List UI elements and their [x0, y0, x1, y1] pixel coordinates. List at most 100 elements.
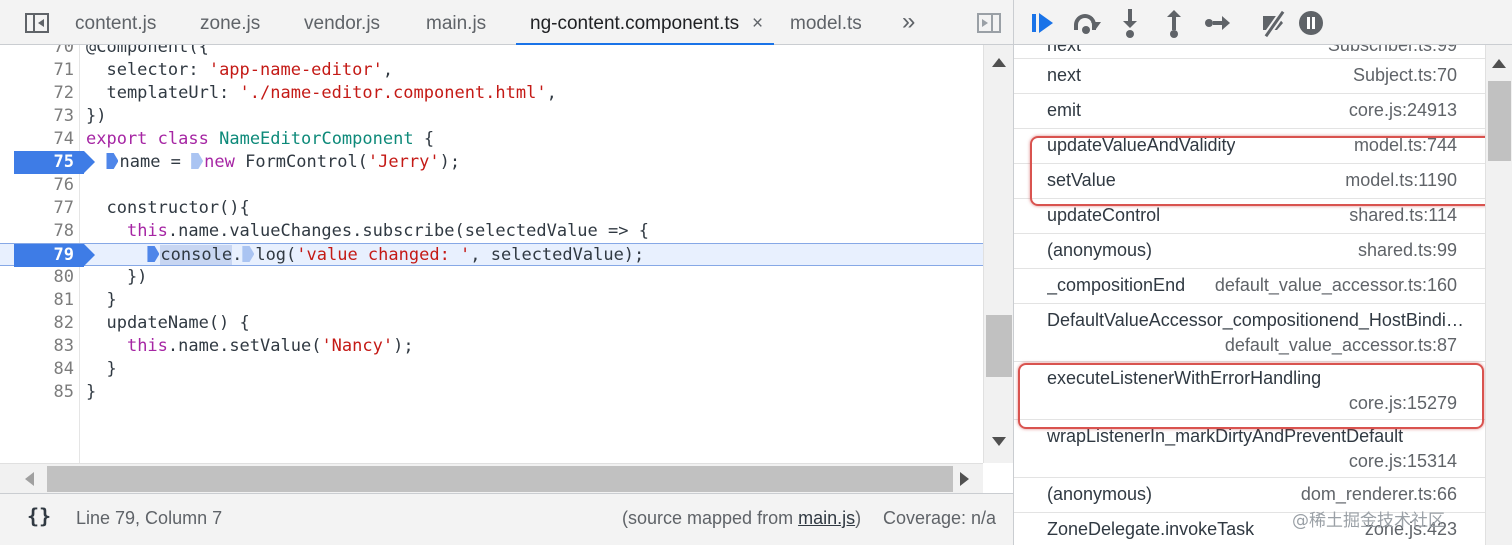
- source-map-link[interactable]: main.js: [798, 508, 855, 528]
- scrollbar-thumb[interactable]: [47, 466, 953, 492]
- scroll-up-arrow-icon[interactable]: [992, 58, 1006, 67]
- scrollbar-thumb[interactable]: [986, 315, 1012, 377]
- scrollbar-thumb[interactable]: [1488, 81, 1511, 161]
- deactivate-breakpoints-button[interactable]: [1260, 9, 1288, 38]
- code-text: }): [86, 106, 107, 126]
- step-over-button[interactable]: [1072, 9, 1101, 37]
- call-frame[interactable]: updateControl shared.ts:114: [1014, 199, 1485, 234]
- scroll-right-arrow-icon[interactable]: [960, 472, 969, 486]
- code-line[interactable]: 75 name = new FormControl('Jerry');: [0, 151, 983, 174]
- call-stack-scrollbar[interactable]: [1485, 45, 1512, 545]
- line-number[interactable]: 70: [0, 45, 74, 59]
- scroll-up-arrow-icon[interactable]: [1492, 59, 1506, 68]
- code-line[interactable]: 85}: [0, 381, 983, 404]
- call-frame-function: emit: [1047, 100, 1082, 120]
- call-frame[interactable]: updateValueAndValidity model.ts:744: [1014, 129, 1485, 164]
- scroll-left-arrow-icon[interactable]: [25, 472, 34, 486]
- code-text: }: [86, 382, 97, 402]
- code-text: templateUrl: './name-editor.component.ht…: [86, 83, 557, 103]
- pause-on-exceptions-icon: [1299, 11, 1323, 35]
- call-frame-location[interactable]: core.js:24913: [1349, 100, 1457, 121]
- call-frame-location[interactable]: core.js:15314: [1349, 451, 1457, 472]
- line-number[interactable]: 76: [0, 174, 74, 197]
- call-frame[interactable]: emit core.js:24913: [1014, 94, 1485, 129]
- code-line[interactable]: 71 selector: 'app-name-editor',: [0, 59, 983, 82]
- line-number[interactable]: 78: [0, 220, 74, 243]
- code-line[interactable]: 82 updateName() {: [0, 312, 983, 335]
- call-frame[interactable]: (anonymous) shared.ts:99: [1014, 234, 1485, 269]
- tab-ng-content-component-ts[interactable]: ng-content.component.ts ×: [516, 0, 774, 45]
- tab-content-js[interactable]: content.js: [75, 0, 156, 45]
- debugger-sidebar: next Subscriber.ts:99 next Subject.ts:70 emi…: [1014, 0, 1512, 545]
- call-frame-function: wrapListenerIn_markDirtyAndPreventDefaul…: [1047, 426, 1404, 446]
- line-number[interactable]: 71: [0, 59, 74, 82]
- call-frame[interactable]: next Subject.ts:70: [1014, 59, 1485, 94]
- editor-tab-bar: content.js zone.js vendor.js main.js ng-…: [0, 0, 1013, 45]
- editor-horizontal-scrollbar[interactable]: [0, 463, 983, 493]
- code-line[interactable]: 70 @Component({: [0, 45, 983, 59]
- pause-on-exceptions-button[interactable]: [1297, 9, 1325, 37]
- line-number[interactable]: 85: [0, 381, 74, 404]
- call-frame-location[interactable]: shared.ts:114: [1349, 205, 1457, 226]
- call-frame-location[interactable]: default_value_accessor.ts:160: [1215, 275, 1457, 296]
- code-line[interactable]: 84 }: [0, 358, 983, 381]
- call-frame-function: setValue: [1047, 170, 1116, 190]
- line-number[interactable]: 79: [0, 244, 74, 267]
- call-frame-location[interactable]: Subscriber.ts:99: [1328, 45, 1457, 56]
- more-tabs-icon[interactable]: »: [902, 0, 915, 45]
- pretty-print-icon[interactable]: {}: [27, 504, 51, 528]
- code-line[interactable]: 73}): [0, 105, 983, 128]
- step-out-button[interactable]: [1160, 9, 1188, 38]
- source-map-suffix: ): [855, 508, 862, 528]
- line-number[interactable]: 77: [0, 197, 74, 220]
- code-line[interactable]: 77 constructor(){: [0, 197, 983, 220]
- call-frame-location[interactable]: dom_renderer.ts:66: [1301, 484, 1457, 505]
- call-frame-location[interactable]: default_value_accessor.ts:87: [1225, 335, 1457, 356]
- line-number[interactable]: 84: [0, 358, 74, 381]
- call-frame[interactable]: executeListenerWithErrorHandling core.js:…: [1014, 362, 1485, 420]
- debugger-toolbar: [1014, 0, 1512, 45]
- line-number[interactable]: 80: [0, 266, 74, 289]
- step-into-button[interactable]: [1116, 9, 1144, 38]
- code-line[interactable]: 76: [0, 174, 983, 197]
- line-number[interactable]: 72: [0, 82, 74, 105]
- code-line[interactable]: 81 }: [0, 289, 983, 312]
- tab-zone-js[interactable]: zone.js: [200, 0, 260, 45]
- code-line-paused[interactable]: 79 console. log('value changed: ', select…: [0, 243, 983, 267]
- call-frame[interactable]: DefaultValueAccessor_compositionend_Host…: [1014, 304, 1485, 362]
- tab-vendor-js[interactable]: vendor.js: [304, 0, 380, 45]
- code-line[interactable]: 74 export class NameEditorComponent {: [0, 128, 983, 151]
- line-number[interactable]: 75: [0, 151, 74, 174]
- toggle-debugger-icon[interactable]: [972, 0, 1006, 45]
- tab-model-ts[interactable]: model.ts: [790, 0, 862, 45]
- code-editor[interactable]: 70 @Component({71 selector: 'app-name-edi…: [0, 45, 983, 463]
- close-tab-icon[interactable]: ×: [752, 0, 763, 48]
- line-number[interactable]: 82: [0, 312, 74, 335]
- step-button[interactable]: [1204, 9, 1232, 37]
- call-frame-location[interactable]: model.ts:1190: [1345, 170, 1457, 191]
- code-line[interactable]: 72 templateUrl: './name-editor.component…: [0, 82, 983, 105]
- line-number[interactable]: 83: [0, 335, 74, 358]
- line-number[interactable]: 81: [0, 289, 74, 312]
- editor-vertical-scrollbar[interactable]: [983, 45, 1013, 463]
- call-frame-function: _compositionEnd: [1047, 275, 1186, 295]
- call-frame-function: (anonymous): [1047, 484, 1153, 504]
- call-frame[interactable]: _compositionEnd default_value_accessor.ts…: [1014, 269, 1485, 304]
- code-line[interactable]: 83 this.name.setValue('Nancy');: [0, 335, 983, 358]
- toggle-navigator-icon[interactable]: [14, 0, 60, 45]
- line-number[interactable]: 73: [0, 105, 74, 128]
- code-line[interactable]: 80 }): [0, 266, 983, 289]
- tab-main-js[interactable]: main.js: [426, 0, 486, 45]
- call-frame-location[interactable]: Subject.ts:70: [1353, 65, 1457, 86]
- scroll-down-arrow-icon[interactable]: [992, 437, 1006, 446]
- call-frame[interactable]: next Subscriber.ts:99: [1014, 45, 1485, 59]
- call-frame-location[interactable]: model.ts:744: [1354, 135, 1457, 156]
- call-frame-location[interactable]: core.js:15279: [1349, 393, 1457, 414]
- code-line[interactable]: 78 this.name.valueChanges.subscribe(sele…: [0, 220, 983, 243]
- line-number[interactable]: 74: [0, 128, 74, 151]
- resume-button[interactable]: [1028, 9, 1056, 37]
- call-frame[interactable]: setValue model.ts:1190: [1014, 164, 1485, 199]
- code-text: export class NameEditorComponent {: [86, 129, 435, 149]
- call-frame[interactable]: wrapListenerIn_markDirtyAndPreventDefaul…: [1014, 420, 1485, 478]
- call-frame-location[interactable]: shared.ts:99: [1358, 240, 1457, 261]
